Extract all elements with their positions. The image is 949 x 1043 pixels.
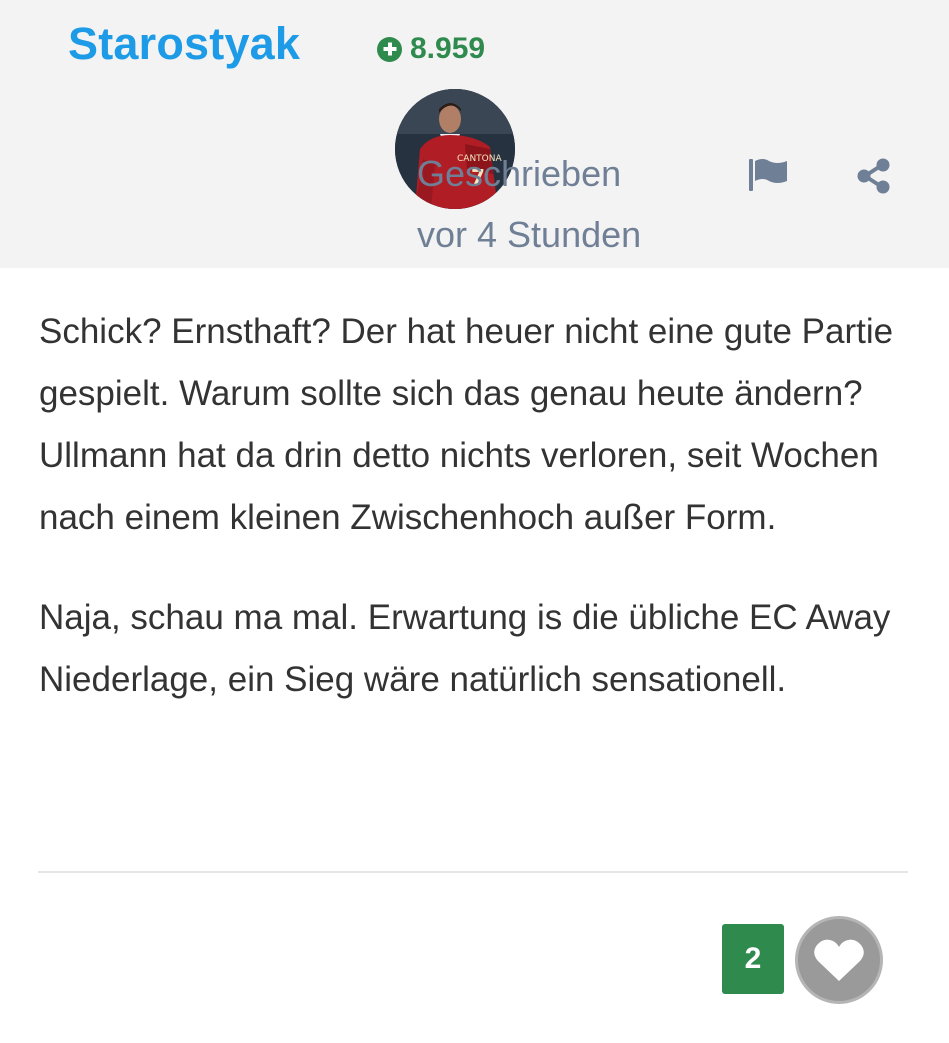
post-content: Schick? Ernsthaft? Der hat heuer nicht e… [39, 301, 909, 749]
reaction-count-badge[interactable]: 2 [722, 924, 784, 994]
heart-icon [814, 939, 864, 981]
author-reputation: 8.959 [377, 30, 485, 68]
plus-circle-icon [377, 36, 402, 62]
post-header: Starostyak 8.959 CANTONA 7 Geschrieben v… [0, 0, 949, 268]
flag-icon [749, 159, 787, 191]
author-username[interactable]: Starostyak [68, 18, 300, 70]
content-divider [38, 871, 908, 873]
share-icon [857, 158, 890, 194]
reputation-value: 8.959 [410, 32, 486, 65]
share-post-button[interactable] [855, 157, 893, 195]
post-paragraph: Naja, schau ma mal. Erwartung is die übl… [39, 598, 891, 699]
like-button[interactable] [795, 916, 883, 1004]
post-paragraph: Schick? Ernsthaft? Der hat heuer nicht e… [39, 312, 894, 537]
report-post-button[interactable] [745, 156, 791, 194]
posted-label: Geschrieben [417, 153, 622, 194]
posted-timestamp[interactable]: vor 4 Stunden [417, 214, 641, 256]
forum-post: Starostyak 8.959 CANTONA 7 Geschrieben v… [0, 0, 949, 1043]
